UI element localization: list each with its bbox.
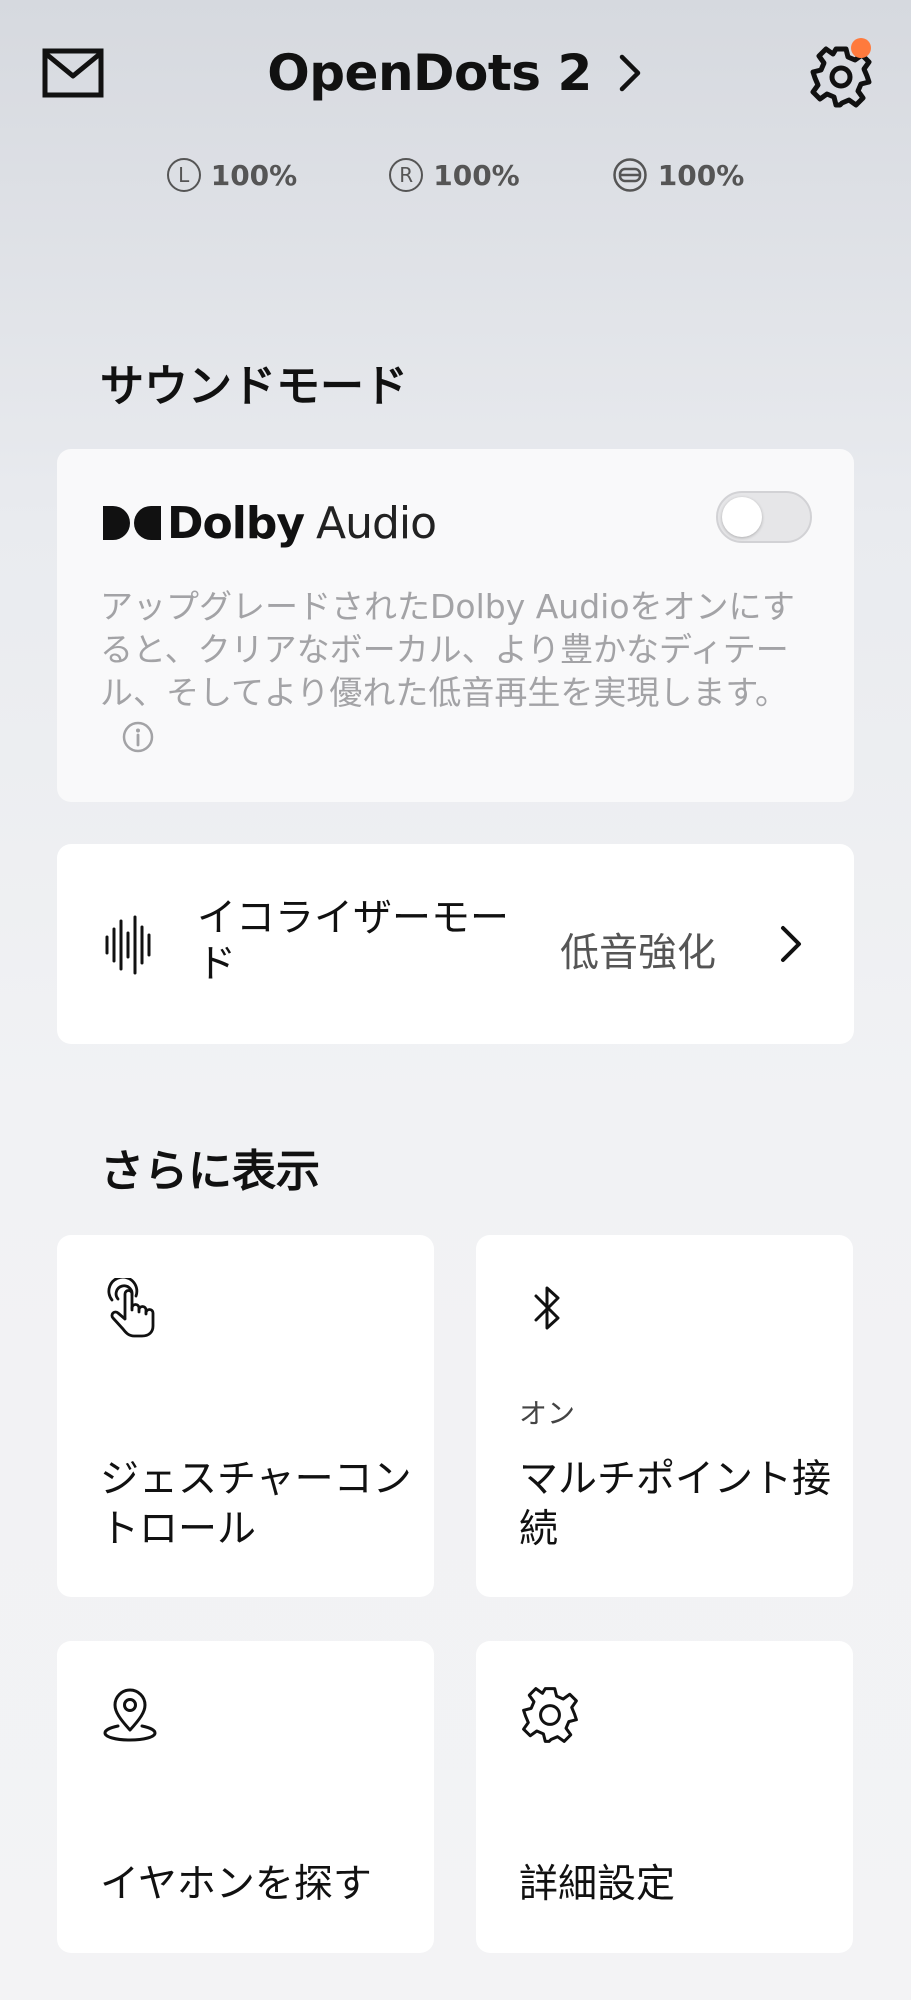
dolby-product-text: Audio	[316, 497, 437, 549]
tile-gesture-control-label: ジェスチャーコントロール	[100, 1457, 412, 1552]
tile-multipoint-label: マルチポイント接続	[519, 1457, 832, 1552]
battery-left: L 100%	[166, 150, 298, 200]
section-title-more: さらに表示	[100, 1146, 320, 1197]
battery-case: 100%	[612, 150, 745, 200]
device-title-link[interactable]: OpenDots 2	[0, 38, 911, 108]
tile-advanced-settings-label: 詳細設定	[519, 1862, 676, 1907]
battery-left-level: 100%	[210, 158, 298, 192]
charging-case-icon	[613, 158, 647, 192]
dolby-audio-logo: Dolby Audio	[103, 497, 437, 549]
notification-badge	[851, 38, 871, 58]
section-title-sound-mode: サウンドモード	[100, 361, 408, 412]
dolby-audio-description: アップグレードされたDolby Audioをオンにすると、クリアなボーカル、より…	[100, 585, 820, 757]
dolby-brand-text: Dolby	[167, 497, 305, 549]
right-earbud-icon: R	[389, 158, 424, 192]
gear-icon	[522, 1687, 578, 1743]
dolby-double-d-icon	[103, 506, 161, 540]
page-title: OpenDots 2	[267, 44, 592, 102]
equalizer-mode-value: 低音強化	[560, 931, 717, 976]
waveform-icon	[105, 915, 151, 975]
tile-find-earbuds-label: イヤホンを探す	[100, 1862, 372, 1907]
battery-case-level: 100%	[657, 158, 745, 192]
bluetooth-icon	[534, 1286, 560, 1330]
toggle-knob	[722, 497, 762, 537]
battery-right-level: 100%	[433, 158, 520, 192]
multipoint-status: オン	[519, 1397, 576, 1430]
chevron-right-icon	[781, 926, 801, 962]
chevron-right-icon	[619, 54, 641, 92]
battery-status-row: L 100% R 100% 100%	[0, 150, 911, 200]
touch-gesture-icon	[107, 1278, 155, 1338]
location-pin-icon	[103, 1688, 157, 1742]
info-icon[interactable]	[122, 721, 154, 753]
left-earbud-icon: L	[166, 158, 201, 192]
dolby-audio-toggle[interactable]	[716, 491, 812, 543]
battery-right: R 100%	[389, 150, 520, 200]
equalizer-mode-label: イコライザーモード	[197, 896, 510, 987]
